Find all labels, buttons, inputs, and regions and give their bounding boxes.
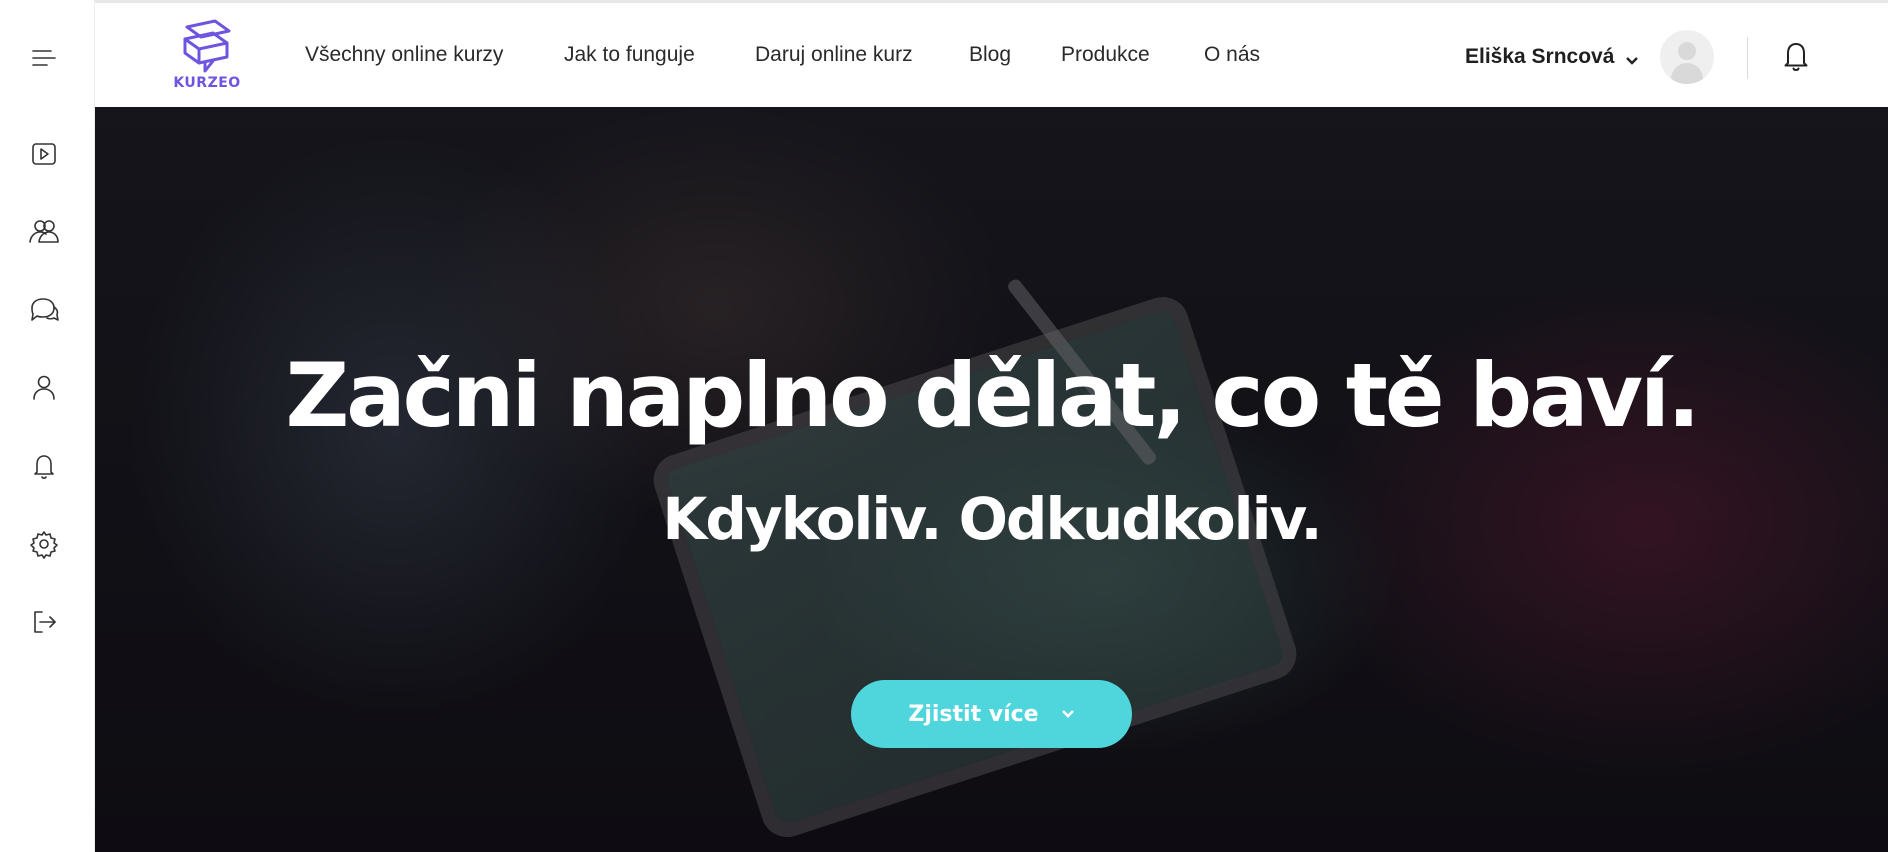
learn-more-button[interactable]: Zjistit více bbox=[851, 680, 1132, 748]
user-name[interactable]: Eliška Srncová bbox=[1465, 45, 1614, 69]
chevron-down-icon[interactable] bbox=[1625, 51, 1643, 65]
users-group-icon[interactable] bbox=[0, 204, 88, 260]
nav-gift-course[interactable]: Daruj online kurz bbox=[755, 43, 913, 67]
header-divider bbox=[1747, 37, 1748, 79]
chat-bubbles-icon[interactable] bbox=[0, 282, 88, 338]
menu-icon[interactable] bbox=[0, 30, 88, 86]
avatar-body bbox=[1671, 63, 1703, 84]
logo-text: KURZEO bbox=[173, 75, 241, 91]
kurzeo-logo[interactable]: KURZEO bbox=[169, 17, 245, 99]
gear-icon[interactable] bbox=[0, 516, 88, 572]
logout-icon[interactable] bbox=[0, 594, 88, 650]
avatar[interactable] bbox=[1660, 30, 1714, 84]
notification-bell-icon[interactable] bbox=[1781, 39, 1811, 73]
nav-production[interactable]: Produkce bbox=[1061, 43, 1150, 67]
user-icon[interactable] bbox=[0, 360, 88, 416]
learn-more-label: Zjistit více bbox=[908, 701, 1039, 727]
nav-blog[interactable]: Blog bbox=[969, 43, 1011, 67]
bell-icon[interactable] bbox=[0, 438, 88, 494]
nav-how-it-works[interactable]: Jak to funguje bbox=[564, 43, 695, 67]
top-navigation-bar: KURZEO Všechny online kurzy Jak to fungu… bbox=[95, 0, 1888, 107]
sidebar-rail bbox=[0, 0, 95, 852]
video-play-icon[interactable] bbox=[0, 126, 88, 182]
nav-about[interactable]: O nás bbox=[1204, 43, 1260, 67]
avatar-head bbox=[1678, 42, 1696, 60]
chevron-down-icon bbox=[1061, 710, 1074, 718]
nav-all-courses[interactable]: Všechny online kurzy bbox=[305, 43, 503, 67]
logo-mark-icon bbox=[183, 19, 231, 73]
